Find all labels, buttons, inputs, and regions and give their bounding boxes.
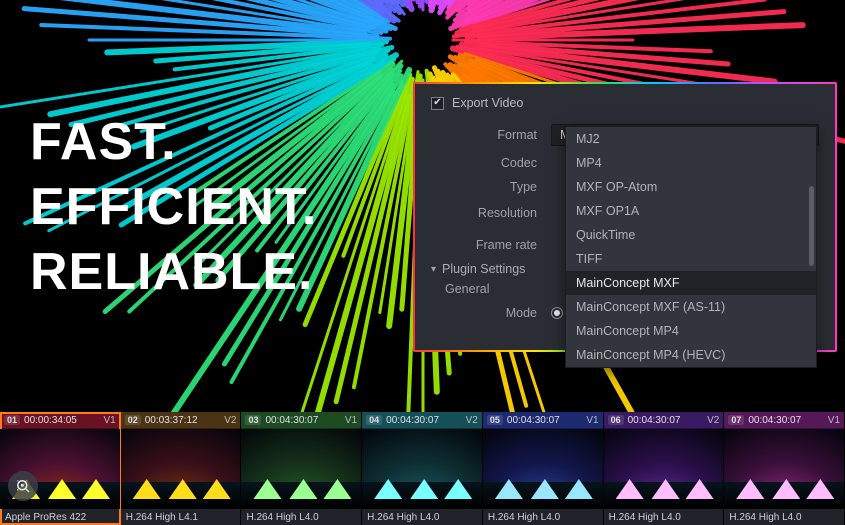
clip-index: 07 <box>728 415 744 425</box>
clip-header: 06 00:04:30:07 V2 <box>604 412 724 429</box>
clip-track: V2 <box>707 415 719 426</box>
clip-thumbnail <box>121 429 241 509</box>
clip-thumbnail <box>724 429 844 509</box>
clip-codec: H.264 High L4.0 <box>604 509 724 525</box>
format-dropdown[interactable]: MJ2MP4MXF OP-AtomMXF OP1AQuickTimeTIFFMa… <box>565 126 817 368</box>
format-option[interactable]: TIFF <box>566 247 816 271</box>
clip-timecode: 00:00:34:05 <box>24 415 99 426</box>
clip-codec: H.264 High L4.0 <box>241 509 361 525</box>
clip-index: 02 <box>125 415 141 425</box>
clip-header: 05 00:04:30:07 V1 <box>483 412 603 429</box>
export-panel: ✔ Export Video Format MainConcept MXF ▾ … <box>415 84 835 350</box>
clip-track: V2 <box>466 415 478 426</box>
format-option[interactable]: QuickTime <box>566 223 816 247</box>
clip-codec: H.264 High L4.0 <box>483 509 603 525</box>
codec-label: Codec <box>431 156 551 170</box>
timeline-clip[interactable]: 05 00:04:30:07 V1 H.264 High L4.0 <box>483 412 604 525</box>
format-label: Format <box>431 128 551 142</box>
clip-index: 06 <box>608 415 624 425</box>
export-video-checkbox[interactable]: ✔ <box>431 97 444 110</box>
clip-header: 07 00:04:30:07 V1 <box>724 412 844 429</box>
clip-track: V1 <box>345 415 357 426</box>
clip-thumbnail <box>483 429 603 509</box>
clip-track: V2 <box>224 415 236 426</box>
headline-line-3: RELIABLE. <box>30 240 317 305</box>
headline-line-2: EFFICIENT. <box>30 175 317 240</box>
clip-header: 03 00:04:30:07 V1 <box>241 412 361 429</box>
clip-timecode: 00:04:30:07 <box>507 415 582 426</box>
timeline-clip[interactable]: 02 00:03:37:12 V2 H.264 High L4.1 <box>121 412 242 525</box>
timeline-clip[interactable]: 04 00:04:30:07 V2 H.264 High L4.0 <box>362 412 483 525</box>
chevron-down-icon: ▾ <box>431 264 436 275</box>
clip-header: 01 00:00:34:05 V1 <box>0 412 120 429</box>
clip-track: V1 <box>586 415 598 426</box>
clip-index: 01 <box>4 415 20 425</box>
type-label: Type <box>431 180 551 194</box>
clip-codec: H.264 High L4.0 <box>362 509 482 525</box>
clip-thumbnail <box>604 429 724 509</box>
format-option[interactable]: MXF OP-Atom <box>566 175 816 199</box>
clip-track: V1 <box>828 415 840 426</box>
frame-rate-label: Frame rate <box>431 238 551 252</box>
clip-index: 04 <box>366 415 382 425</box>
clip-header: 04 00:04:30:07 V2 <box>362 412 482 429</box>
clip-index: 05 <box>487 415 503 425</box>
format-option[interactable]: MXF OP1A <box>566 199 816 223</box>
format-option[interactable]: MP4 <box>566 151 816 175</box>
mode-pal-radio[interactable] <box>551 307 563 319</box>
dropdown-scrollbar[interactable] <box>809 131 814 363</box>
clip-track: V1 <box>103 415 115 426</box>
clip-timecode: 00:04:30:07 <box>748 415 823 426</box>
scrollbar-thumb[interactable] <box>809 186 814 266</box>
export-panel-border: ✔ Export Video Format MainConcept MXF ▾ … <box>413 82 837 352</box>
clip-codec: H.264 High L4.0 <box>724 509 844 525</box>
export-video-row: ✔ Export Video <box>431 96 819 110</box>
lens-icon <box>14 477 32 495</box>
export-video-label: Export Video <box>452 96 523 110</box>
timeline-clip[interactable]: 03 00:04:30:07 V1 H.264 High L4.0 <box>241 412 362 525</box>
resolution-label: Resolution <box>431 206 551 220</box>
visual-search-button[interactable] <box>8 471 38 501</box>
clip-timecode: 00:04:30:07 <box>628 415 703 426</box>
format-option[interactable]: MainConcept MXF <box>566 271 816 295</box>
clip-timecode: 00:04:30:07 <box>265 415 340 426</box>
format-option[interactable]: MJ2 <box>566 127 816 151</box>
timeline-clip[interactable]: 07 00:04:30:07 V1 H.264 High L4.0 <box>724 412 845 525</box>
format-option[interactable]: MainConcept MP4 (HEVC) <box>566 343 816 367</box>
clip-timecode: 00:03:37:12 <box>145 415 220 426</box>
plugin-settings-label: Plugin Settings <box>442 262 525 276</box>
clip-index: 03 <box>245 415 261 425</box>
format-option[interactable]: MainConcept MP4 <box>566 319 816 343</box>
clip-header: 02 00:03:37:12 V2 <box>121 412 241 429</box>
mode-label: Mode <box>431 306 551 320</box>
general-label: General <box>431 282 551 296</box>
clip-thumbnail <box>362 429 482 509</box>
headline-line-1: FAST. <box>30 110 317 175</box>
clip-thumbnail <box>241 429 361 509</box>
clip-codec: H.264 High L4.1 <box>121 509 241 525</box>
headline: FAST. EFFICIENT. RELIABLE. <box>30 110 317 305</box>
format-option[interactable]: MainConcept MXF (AS-11) <box>566 295 816 319</box>
clip-timecode: 00:04:30:07 <box>386 415 461 426</box>
timeline-clip[interactable]: 06 00:04:30:07 V2 H.264 High L4.0 <box>604 412 725 525</box>
timeline: 01 00:00:34:05 V1 Apple ProRes 422 02 00:03:3… <box>0 412 845 525</box>
timeline-clip[interactable]: 01 00:00:34:05 V1 Apple ProRes 422 <box>0 412 121 525</box>
clip-codec: Apple ProRes 422 <box>0 509 120 525</box>
